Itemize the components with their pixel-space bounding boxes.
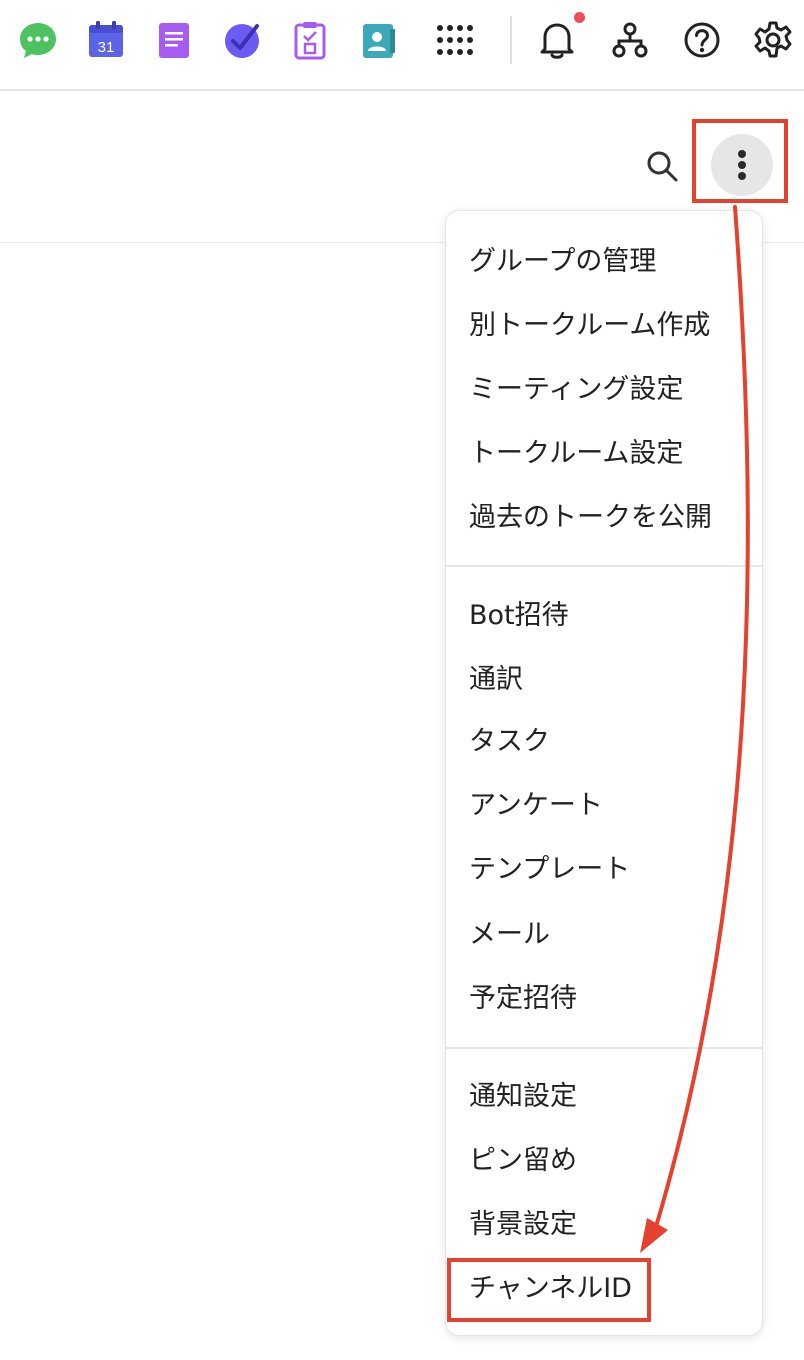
calendar-date-label: 31 [98, 39, 115, 56]
note-icon[interactable] [154, 20, 194, 60]
menu-item-create-separate-room[interactable]: 別トークルーム作成 [446, 298, 762, 354]
help-icon[interactable] [682, 20, 722, 60]
menu-item-survey[interactable]: アンケート [446, 778, 762, 834]
chat-icon[interactable] [18, 20, 58, 60]
more-options-menu: グループの管理 別トークルーム作成 ミーティング設定 トークルーム設定 過去のト… [445, 210, 763, 1336]
clipboard-icon[interactable] [290, 20, 330, 60]
menu-item-talkroom-settings[interactable]: トークルーム設定 [446, 426, 762, 482]
more-vertical-icon[interactable] [711, 134, 773, 196]
menu-item-invite-bot[interactable]: Bot招待 [446, 588, 762, 644]
menu-item-meeting-settings[interactable]: ミーティング設定 [446, 362, 762, 418]
menu-item-manage-group[interactable]: グループの管理 [446, 234, 762, 290]
menu-separator [446, 565, 762, 567]
menu-item-invite-schedule[interactable]: 予定招待 [446, 971, 762, 1027]
menu-item-template[interactable]: テンプレート [446, 842, 762, 898]
contacts-icon[interactable] [358, 20, 398, 60]
org-chart-icon[interactable] [610, 20, 650, 60]
check-task-icon[interactable] [222, 20, 262, 60]
menu-separator [446, 1047, 762, 1049]
toolbar-divider [510, 16, 512, 64]
menu-item-publish-past-talks[interactable]: 過去のトークを公開 [446, 490, 762, 546]
top-app-bar: 31 [0, 0, 804, 91]
menu-item-notification-settings[interactable]: 通知設定 [446, 1069, 762, 1125]
menu-item-pin[interactable]: ピン留め [446, 1133, 762, 1189]
bell-icon[interactable] [537, 20, 577, 60]
menu-item-mail[interactable]: メール [446, 907, 762, 963]
search-icon[interactable] [642, 146, 682, 186]
gear-icon[interactable] [753, 20, 793, 60]
menu-item-interpretation[interactable]: 通訳 [446, 652, 762, 708]
calendar-icon[interactable]: 31 [86, 20, 126, 60]
app-grid-icon[interactable] [434, 20, 474, 60]
menu-item-task[interactable]: タスク [446, 714, 762, 770]
menu-item-channel-id[interactable]: チャンネルID [446, 1261, 762, 1317]
notification-badge [574, 12, 585, 23]
menu-item-background-settings[interactable]: 背景設定 [446, 1197, 762, 1253]
